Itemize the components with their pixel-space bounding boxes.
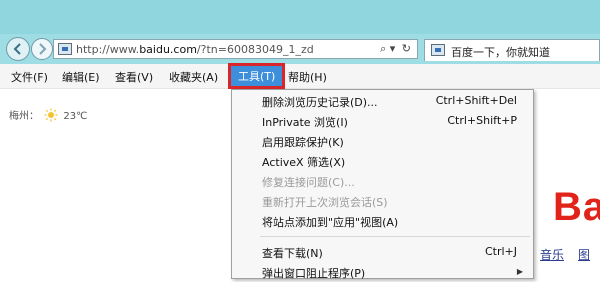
url-domain: baidu.com [139, 43, 197, 56]
back-arrow-icon [13, 43, 21, 55]
menu-item-label: 查看下载(N) [262, 247, 323, 260]
url-prefix: http://www. [76, 43, 140, 56]
menu-item-label: 修复连接问题(C)... [262, 176, 355, 189]
menu-item-label: 将站点添加到"应用"视图(A) [262, 216, 399, 229]
menu-item-fix-connection: 修复连接问题(C)... [232, 171, 533, 191]
back-button[interactable] [6, 37, 30, 61]
address-row: http://www.baidu.com/?tn=60083049_1_zd ⌕… [0, 34, 600, 64]
menu-item-label: InPrivate 浏览(I) [262, 116, 348, 129]
menu-tools[interactable]: 工具(T) [227, 63, 286, 89]
menu-bar: 文件(F) 编辑(E) 查看(V) 收藏夹(A) 工具(T) 帮助(H) [0, 63, 600, 89]
menu-item-delete-history[interactable]: 删除浏览历史记录(D)... Ctrl+Shift+Del [232, 91, 533, 111]
link-music[interactable]: 音乐 [540, 248, 564, 262]
menu-item-view-downloads[interactable]: 查看下载(N) Ctrl+J [232, 242, 533, 262]
menu-item-label: ActiveX 筛选(X) [262, 156, 346, 169]
url-suffix: /?tn=60083049_1_zd [196, 43, 314, 56]
forward-arrow-icon [39, 43, 47, 55]
menu-edit[interactable]: 编辑(E) [62, 69, 100, 85]
weather-widget: 梅州： 23℃ [9, 107, 87, 122]
menu-item-tracking-protection[interactable]: 启用跟踪保护(K) [232, 131, 533, 151]
site-favicon-icon [58, 43, 72, 55]
link-images[interactable]: 图 [578, 248, 590, 262]
menu-file[interactable]: 文件(F) [11, 69, 48, 85]
menu-view[interactable]: 查看(V) [115, 69, 153, 85]
tools-menu-dropdown: 删除浏览历史记录(D)... Ctrl+Shift+Del InPrivate … [231, 89, 534, 282]
menu-favorites[interactable]: 收藏夹(A) [169, 69, 218, 85]
menu-item-shortcut: Ctrl+Shift+Del [435, 94, 517, 107]
url-text: http://www.baidu.com/?tn=60083049_1_zd [76, 43, 314, 56]
menu-item-label: 删除浏览历史记录(D)... [262, 96, 378, 109]
menu-item-label: 重新打开上次浏览会话(S) [262, 196, 388, 209]
tab-favicon-icon [431, 44, 445, 56]
search-dropdown-icon[interactable]: ⌕ ▾ [380, 42, 395, 55]
menu-item-label: 启用跟踪保护(K) [262, 136, 344, 149]
menu-item-popup-blocker[interactable]: 弹出窗口阻止程序(P) ▶ [232, 262, 533, 282]
weather-city: 梅州： [9, 111, 39, 122]
menu-help[interactable]: 帮助(H) [288, 69, 327, 85]
nav-links: 音乐图 [540, 246, 600, 263]
menu-item-shortcut: Ctrl+Shift+P [447, 114, 517, 127]
address-actions: ⌕ ▾ ↻ [380, 42, 411, 56]
weather-temp: 23℃ [63, 111, 88, 122]
menu-item-reopen-session: 重新打开上次浏览会话(S) [232, 191, 533, 211]
refresh-icon[interactable]: ↻ [402, 42, 411, 55]
forward-button[interactable] [31, 38, 53, 60]
menu-item-add-to-apps[interactable]: 将站点添加到"应用"视图(A) [232, 211, 533, 231]
baidu-logo: Ba [553, 185, 600, 229]
browser-tab[interactable]: 百度一下，你就知道 [424, 39, 600, 61]
window-title-bar [0, 0, 600, 34]
menu-separator [260, 236, 530, 237]
menu-item-activex-filter[interactable]: ActiveX 筛选(X) [232, 151, 533, 171]
tab-title: 百度一下，你就知道 [451, 46, 550, 59]
address-input[interactable]: http://www.baidu.com/?tn=60083049_1_zd ⌕… [53, 39, 418, 59]
sunny-weather-icon [44, 108, 58, 122]
menu-item-shortcut: Ctrl+J [484, 245, 517, 258]
submenu-arrow-icon: ▶ [516, 267, 523, 276]
menu-item-inprivate[interactable]: InPrivate 浏览(I) Ctrl+Shift+P [232, 111, 533, 131]
